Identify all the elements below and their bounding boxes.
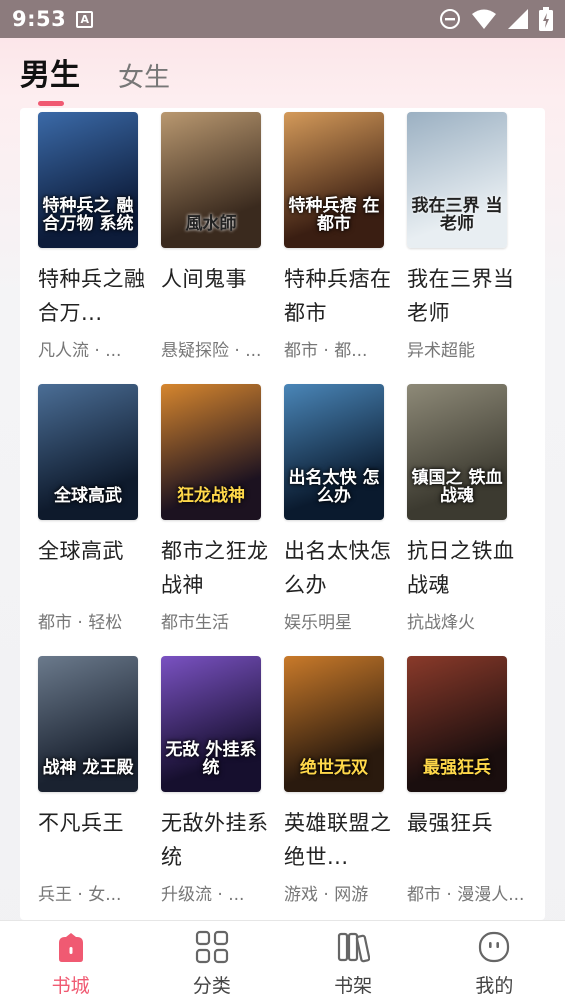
- book-item[interactable]: 特种兵痞 在都市特种兵痞在都市都市 · 都...: [284, 112, 402, 361]
- book-cover-title: 镇国之 铁血战魂: [411, 468, 503, 507]
- book-cover: 特种兵之 融合万物 系统: [38, 112, 138, 248]
- book-cover: 狂龙战神: [161, 384, 261, 520]
- nav-bookshelf-label: 书架: [334, 975, 373, 997]
- tab-male-label: 男生: [20, 58, 80, 93]
- book-tags: 凡人流 · ...: [38, 341, 122, 361]
- book-item[interactable]: 風水師人间鬼事悬疑探险 · ...: [161, 112, 279, 361]
- book-cover: 出名太快 怎么办: [284, 384, 384, 520]
- book-tags: 兵王 · 女...: [38, 885, 122, 905]
- book-title: 无敌外挂系统: [161, 811, 269, 869]
- bottom-nav: 书城 分类 书架 我的: [0, 920, 565, 1004]
- book-cover-title: 狂龙战神: [177, 486, 245, 507]
- book-item[interactable]: 绝世无双英雄联盟之绝世... 游戏 · 网游: [284, 656, 402, 905]
- book-title: 都市之狂龙战神: [161, 539, 269, 597]
- book-tags: 都市 · 漫漫人...: [407, 885, 525, 905]
- book-cover: 无敌 外挂系统: [161, 656, 261, 792]
- book-title: 特种兵之融合万...: [38, 267, 146, 325]
- wifi-icon: [472, 9, 496, 29]
- book-item[interactable]: 狂龙战神都市之狂龙战神都市生活: [161, 384, 279, 633]
- gender-tabs: 男生 女生: [20, 58, 170, 106]
- book-tags: 都市生活: [161, 613, 229, 633]
- book-grid-card: 特种兵之 融合万物 系统特种兵之融合万... 凡人流 · ... 風水師人间鬼事悬疑…: [20, 108, 545, 920]
- book-tags: 都市 · 轻松: [38, 613, 123, 633]
- book-cover-title: 我在三界 当老师: [411, 196, 503, 235]
- book-item[interactable]: 战神 龙王殿不凡兵王兵王 · 女...: [38, 656, 156, 905]
- book-tags: 娱乐明星: [284, 613, 352, 633]
- book-cover: 全球高武: [38, 384, 138, 520]
- book-cover: 绝世无双: [284, 656, 384, 792]
- nav-profile-label: 我的: [475, 975, 514, 997]
- book-tags: 抗战烽火: [407, 613, 475, 633]
- book-title: 抗日之铁血战魂: [407, 539, 515, 597]
- book-tags: 升级流 · ...: [161, 885, 245, 905]
- tab-female[interactable]: 女生: [118, 63, 170, 94]
- book-title: 出名太快怎么办: [284, 539, 392, 597]
- book-cover-title: 全球高武: [54, 486, 122, 507]
- category-grid-icon: [195, 927, 229, 967]
- status-bar: 9:53 A: [0, 0, 565, 38]
- bookstore-icon: [53, 927, 89, 967]
- battery-icon: [539, 7, 553, 31]
- book-cover-title: 風水師: [185, 214, 237, 235]
- status-time: 9:53: [12, 7, 67, 31]
- tab-active-indicator: [38, 101, 64, 106]
- book-item[interactable]: 无敌 外挂系统无敌外挂系统升级流 · ...: [161, 656, 279, 905]
- book-title: 全球高武: [38, 539, 124, 563]
- book-cover-title: 特种兵痞 在都市: [288, 196, 380, 235]
- book-item[interactable]: 最强狂兵 最强狂兵 都市 · 漫漫人...: [407, 656, 525, 905]
- nav-profile[interactable]: 我的: [449, 927, 539, 998]
- book-item[interactable]: 全球高武 全球高武 都市 · 轻松: [38, 384, 156, 633]
- book-cover: 战神 龙王殿: [38, 656, 138, 792]
- book-cover-title: 无敌 外挂系统: [165, 740, 257, 779]
- nav-bookstore-label: 书城: [51, 975, 90, 997]
- do-not-disturb-icon: [440, 9, 460, 29]
- nav-category[interactable]: 分类: [167, 927, 257, 998]
- nav-bookstore[interactable]: 书城: [26, 927, 116, 998]
- book-cover-title: 最强狂兵: [423, 758, 491, 779]
- tab-male[interactable]: 男生: [20, 58, 80, 106]
- book-cover-title: 出名太快 怎么办: [288, 468, 380, 507]
- book-title: 英雄联盟之绝世...: [284, 811, 392, 869]
- book-title: 我在三界当老师: [407, 267, 515, 325]
- profile-face-icon: [477, 927, 511, 967]
- status-icons: [439, 7, 553, 31]
- book-cover-title: 战神 龙王殿: [42, 758, 134, 779]
- nav-category-label: 分类: [192, 975, 231, 997]
- signal-icon: [508, 9, 528, 29]
- book-item[interactable]: 我在三界 当老师我在三界当老师异术超能: [407, 112, 525, 361]
- book-item[interactable]: 镇国之 铁血战魂抗日之铁血战魂抗战烽火: [407, 384, 525, 633]
- book-cover: 風水師: [161, 112, 261, 248]
- book-item[interactable]: 出名太快 怎么办出名太快怎么办娱乐明星: [284, 384, 402, 633]
- book-cover: 镇国之 铁血战魂: [407, 384, 507, 520]
- nav-bookshelf[interactable]: 书架: [308, 927, 398, 998]
- book-tags: 悬疑探险 · ...: [161, 341, 262, 361]
- book-tags: 都市 · 都...: [284, 341, 368, 361]
- book-item[interactable]: 特种兵之 融合万物 系统特种兵之融合万... 凡人流 · ...: [38, 112, 156, 361]
- notification-a-icon: A: [76, 10, 94, 28]
- book-title: 特种兵痞在都市: [284, 267, 392, 325]
- book-tags: 异术超能: [407, 341, 475, 361]
- book-cover-title: 特种兵之 融合万物 系统: [42, 196, 134, 235]
- bookshelf-icon: [336, 927, 371, 967]
- book-cover: 最强狂兵: [407, 656, 507, 792]
- book-title: 人间鬼事: [161, 267, 247, 291]
- book-tags: 游戏 · 网游: [284, 885, 369, 905]
- book-cover: 特种兵痞 在都市: [284, 112, 384, 248]
- tab-female-label: 女生: [118, 62, 171, 93]
- book-cover-title: 绝世无双: [300, 758, 368, 779]
- book-title: 最强狂兵: [407, 811, 493, 835]
- book-title: 不凡兵王: [38, 811, 124, 835]
- book-cover: 我在三界 当老师: [407, 112, 507, 248]
